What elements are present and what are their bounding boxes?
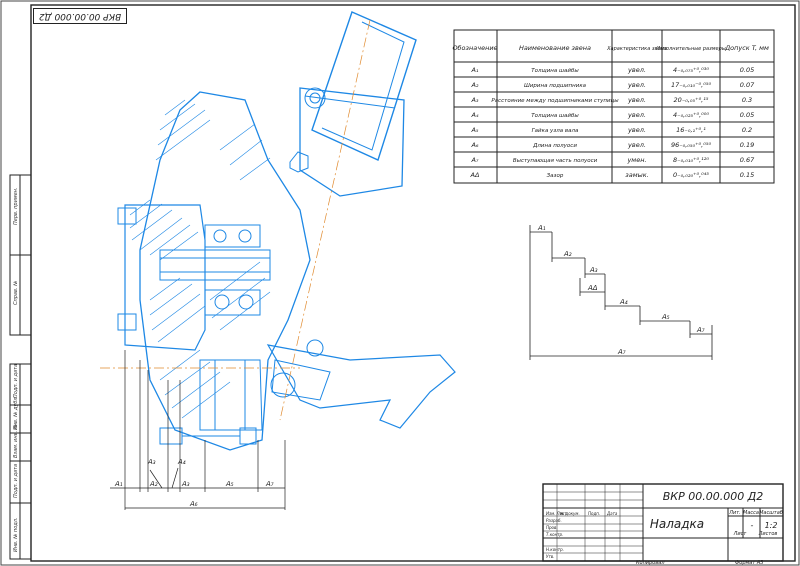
table-header: Наименование звена	[519, 44, 591, 52]
sidebar-label: Подп. и дата	[13, 364, 19, 398]
title-sheet-label: Лист	[733, 531, 748, 537]
table-cell-sym: A₃	[470, 96, 478, 104]
table-cell-tol: 0.05	[740, 66, 754, 74]
table-cell-size: 8₋₀,₀₁₀⁺⁰,¹²⁰	[673, 156, 709, 164]
title-row-label: Т.контр.	[546, 532, 563, 537]
title-row-label: Подп.	[588, 511, 600, 516]
table-cell-name: Зазор	[547, 173, 564, 179]
table-cell-kind: увел.	[627, 111, 646, 119]
table-cell-sym: A₁	[470, 66, 478, 74]
table-cell-size: 17₋₀,₀₁₀⁻⁰,⁰⁵⁰	[671, 81, 712, 89]
dimension-chain-scheme	[529, 225, 713, 360]
table-cell-sym: AΔ	[470, 171, 480, 179]
table-cell-size: 4₋₀,₀₂₅⁺⁰,⁰⁰⁰	[673, 111, 709, 119]
sidebar-label: Инв. № подл.	[13, 518, 19, 553]
title-block-text: ВКР 00.00.000 Д2 Наладка Лит. Масса Масш…	[546, 490, 783, 566]
title-name: Наладка	[650, 517, 704, 531]
title-code: ВКР 00.00.000 Д2	[663, 490, 764, 503]
sidebar-label: Подп. и дата	[13, 464, 19, 498]
title-row-label: Утв.	[546, 554, 554, 559]
table-cell-name: Выступающая часть полуоси	[513, 158, 598, 164]
dim-label-a1: A₁	[114, 480, 123, 488]
title-row-label: Дата	[606, 511, 618, 516]
table-cell-kind: замык.	[625, 171, 648, 179]
dim-label-delta: A₃	[147, 458, 156, 466]
table-cell-tol: 0.05	[740, 111, 754, 119]
table-cell-size: 4₋₀,₀₇₅⁺⁰,⁰³⁰	[673, 66, 709, 74]
table-cell-sym: A₆	[470, 141, 478, 149]
table-cell-tol: 0.15	[740, 171, 754, 179]
format-label: Формат А3	[735, 560, 763, 566]
title-row-label: Н.контр.	[546, 547, 564, 552]
scheme-label: A₅	[661, 313, 670, 321]
drawing-svg: Перв. примен. Справ. № Подп. и дата Инв.…	[0, 0, 800, 566]
scheme-label: A₁	[537, 224, 546, 232]
sidebar-label: Перв. примен.	[13, 187, 19, 225]
dim-label-a6: A₆	[189, 500, 198, 508]
table-header: Исполнительные размеры	[656, 46, 725, 52]
table-header: Обозначение	[452, 44, 497, 52]
title-row-label: № докум.	[559, 511, 580, 516]
sidebar-label: Взам. инв. №	[13, 424, 19, 458]
title-mass: -	[751, 521, 754, 530]
copied-label: Копировал	[636, 560, 665, 566]
scheme-labels: A₁ A₂ A₃ AΔ A₄ A₅ A₇ A₇	[537, 224, 705, 356]
table-cell-tol: 0.07	[740, 81, 755, 89]
drawing-sheet: Перв. примен. Справ. № Подп. и дата Инв.…	[0, 0, 800, 566]
table-cell-kind: увел.	[627, 96, 646, 104]
title-scale: 1:2	[765, 521, 778, 530]
hub-assembly-drawing	[117, 11, 456, 451]
sidebar-texts: Перв. примен. Справ. № Подп. и дата Инв.…	[13, 187, 19, 552]
table-cell-name: Толщина шайбы	[531, 68, 579, 74]
table-cell-name: Гайка узла вала	[532, 128, 579, 134]
title-lit-label: Лит.	[728, 510, 741, 516]
scheme-label: A₃	[589, 266, 598, 274]
table-cell-sym: A₄	[470, 111, 478, 119]
scheme-label: A₄	[619, 298, 628, 306]
scheme-label: A₂	[563, 250, 572, 258]
links-table	[453, 29, 775, 184]
table-cell-kind: увел.	[627, 66, 646, 74]
table-cell-tol: 0.19	[740, 141, 754, 149]
table-cell-size: 0₋₀,₀₂₀⁺⁰,⁰⁴⁵	[673, 171, 709, 179]
table-cell-sym: A₂	[470, 81, 478, 89]
table-cell-size: 96₋₀,₀₅₀⁺⁰,⁰⁵⁰	[671, 141, 712, 149]
table-cell-size: 16₋₀,₁⁺⁰,¹	[676, 126, 706, 134]
table-cell-kind: умен.	[626, 156, 646, 164]
dim-label-a4: A₄	[177, 458, 186, 466]
table-cell-kind: увел.	[627, 81, 646, 89]
table-cell-kind: увел.	[627, 126, 646, 134]
scheme-label: AΔ	[587, 284, 598, 292]
dim-label-a3: A₃	[181, 480, 190, 488]
title-scale-label: Масштаб	[759, 510, 783, 516]
table-text: Обозначение Наименование звена Характери…	[452, 44, 769, 52]
table-cell-name: Толщина шайбы	[531, 113, 579, 119]
dim-label-a7: A₇	[265, 480, 274, 488]
table-cell-tol: 0.67	[740, 156, 755, 164]
table-cell-size: 20₋₀,₀₅⁺⁰,¹⁵	[674, 96, 709, 104]
table-cell-name: Ширина подшипника	[524, 83, 587, 89]
dim-label-a5: A₅	[225, 480, 234, 488]
dim-label-a2: A₂	[149, 480, 158, 488]
title-mass-label: Масса	[743, 510, 759, 516]
scheme-label-total: A₇	[617, 348, 626, 356]
table-header: Допуск T, мм	[724, 44, 769, 52]
table-cell-name: Длина полуоси	[532, 143, 577, 149]
title-sheets-label: Листов	[758, 531, 778, 537]
table-cell-tol: 0.2	[742, 126, 752, 134]
drawing-dim-labels: A₁ A₂ A₃ A₅ A₇ A₆ A₃ A₄	[114, 458, 274, 508]
table-cell-tol: 0.3	[742, 96, 752, 104]
title-row-label: Пров.	[546, 525, 558, 530]
sidebar-label: Справ. №	[13, 281, 19, 305]
table-cell-kind: увел.	[627, 141, 646, 149]
title-row-label: Разраб.	[546, 518, 562, 523]
table-cell-sym: A₇	[470, 156, 478, 164]
top-stamp: ВКР 00.00.000 Д2	[33, 8, 127, 24]
scheme-label: A₇	[696, 326, 705, 334]
table-cell-name: Расстояние между подшипниками ступицы	[491, 98, 619, 104]
table-cell-sym: A₅	[470, 126, 478, 134]
